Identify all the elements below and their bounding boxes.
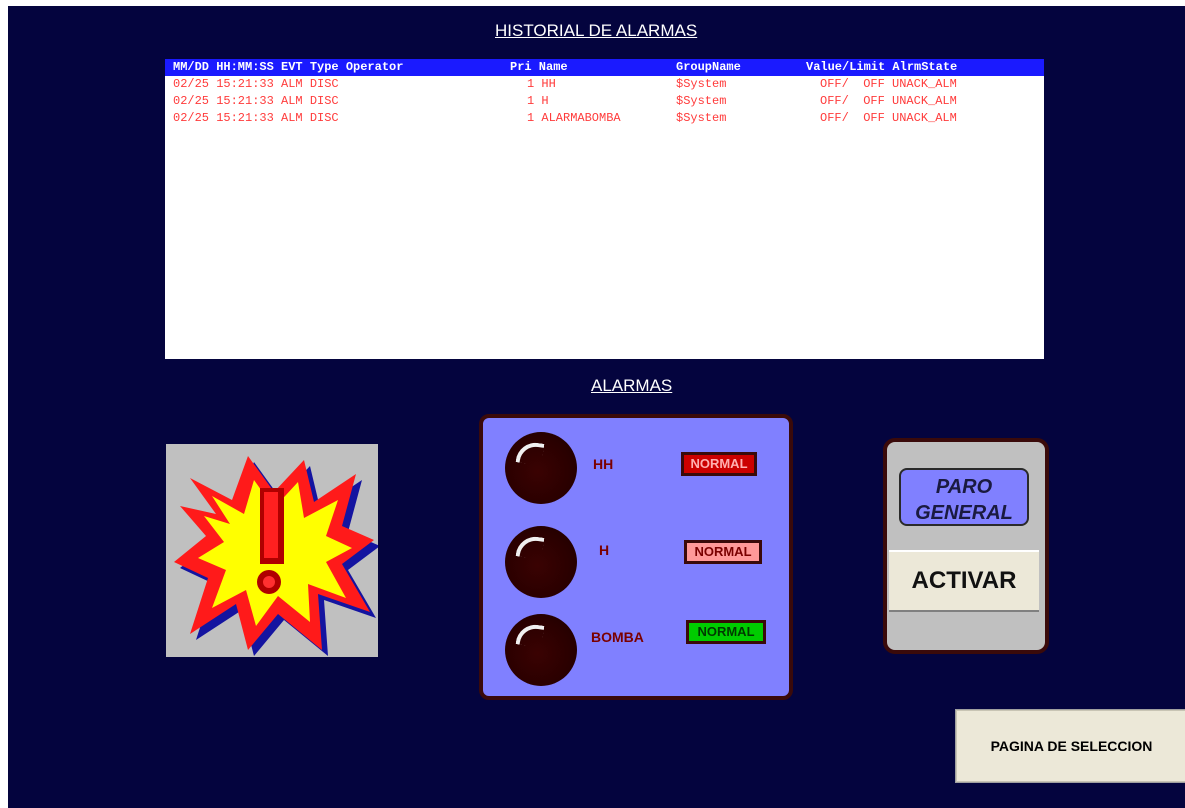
table-header: MM/DD HH:MM:SS EVT Type Operator Pri Nam… bbox=[165, 59, 1044, 76]
row-pri-name: 1 H bbox=[527, 94, 549, 108]
table-row[interactable]: 02/25 15:21:33 ALM DISC 1 ALARMABOMBA $S… bbox=[165, 110, 1044, 127]
status-badge-bomba: NORMAL bbox=[686, 620, 766, 644]
paro-label-line2: GENERAL bbox=[915, 502, 1013, 524]
header-value-state: Value/Limit AlrmState bbox=[806, 60, 958, 74]
header-date-time-evt: MM/DD HH:MM:SS EVT Type Operator bbox=[173, 60, 404, 74]
row-date-time-evt: 02/25 15:21:33 ALM DISC bbox=[173, 77, 339, 91]
selection-page-button[interactable]: PAGINA DE SELECCION bbox=[956, 710, 1185, 782]
alarm-history-table[interactable]: MM/DD HH:MM:SS EVT Type Operator Pri Nam… bbox=[165, 59, 1044, 359]
row-value-state: OFF/ OFF UNACK_ALM bbox=[820, 94, 957, 108]
row-group: $System bbox=[676, 77, 727, 91]
row-date-time-evt: 02/25 15:21:33 ALM DISC bbox=[173, 111, 339, 125]
row-pri-name: 1 HH bbox=[527, 77, 556, 91]
alarm-label-h: H bbox=[599, 542, 610, 558]
header-pri-name: Pri Name bbox=[510, 60, 568, 74]
activar-button[interactable]: ACTIVAR bbox=[889, 550, 1039, 612]
warning-explosion-icon bbox=[166, 444, 378, 657]
header-group: GroupName bbox=[676, 60, 741, 74]
alarm-label-hh: HH bbox=[593, 456, 614, 472]
row-group: $System bbox=[676, 111, 727, 125]
alarm-panel: HH NORMAL H NORMAL BOMBA NORMAL bbox=[479, 414, 793, 700]
row-date-time-evt: 02/25 15:21:33 ALM DISC bbox=[173, 94, 339, 108]
row-pri-name: 1 ALARMABOMBA bbox=[527, 111, 621, 125]
paro-general-label: PARO GENERAL bbox=[899, 468, 1029, 526]
table-row[interactable]: 02/25 15:21:33 ALM DISC 1 H $System OFF/… bbox=[165, 93, 1044, 110]
paro-label-line1: PARO bbox=[935, 476, 993, 498]
status-badge-h: NORMAL bbox=[684, 540, 762, 564]
status-badge-hh: NORMAL bbox=[681, 452, 757, 476]
table-row[interactable]: 02/25 15:21:33 ALM DISC 1 HH $System OFF… bbox=[165, 76, 1044, 93]
paro-general-box: PARO GENERAL ACTIVAR bbox=[883, 438, 1049, 654]
alarms-title: ALARMAS bbox=[591, 376, 673, 395]
row-value-state: OFF/ OFF UNACK_ALM bbox=[820, 77, 957, 91]
alarm-lamp-icon bbox=[505, 614, 577, 686]
row-group: $System bbox=[676, 94, 727, 108]
history-title: HISTORIAL DE ALARMAS bbox=[495, 21, 698, 40]
alarm-lamp-icon bbox=[505, 432, 577, 504]
alarm-label-bomba: BOMBA bbox=[591, 629, 644, 645]
row-value-state: OFF/ OFF UNACK_ALM bbox=[820, 111, 957, 125]
alarm-lamp-icon bbox=[505, 526, 577, 598]
